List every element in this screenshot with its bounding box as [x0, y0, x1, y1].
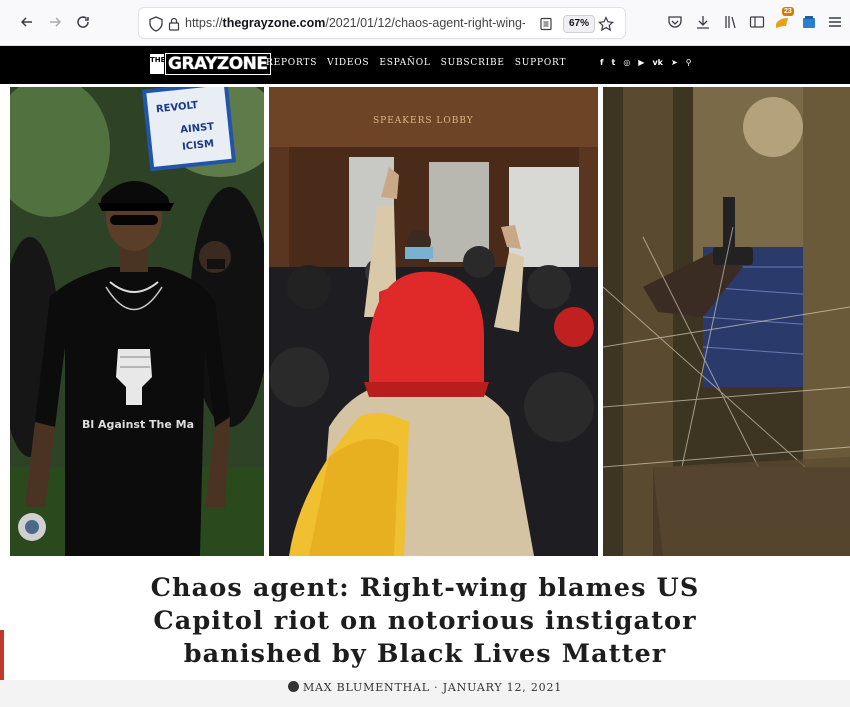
site-header: THE GRAYZONE REPORTS VIDEOS ESPAÑOL SUBS… [0, 46, 850, 84]
address-bar[interactable]: https://thegrayzone.com/2021/01/12/chaos… [138, 7, 626, 39]
sidebar-icon[interactable] [746, 11, 768, 33]
site-logo[interactable]: THE GRAYZONE [150, 52, 271, 76]
social-links: f t ◎ ▶ vk ➤ ⚲ [600, 58, 692, 67]
notification-count-badge: 23 [782, 7, 794, 16]
lock-icon[interactable] [163, 13, 185, 35]
bookmark-star-icon[interactable] [595, 13, 617, 35]
url-domain: thegrayzone.com [222, 16, 326, 30]
url-text[interactable]: https://thegrayzone.com/2021/01/12/chaos… [185, 16, 525, 32]
menu-icon[interactable] [824, 11, 846, 33]
pocket-icon[interactable] [664, 11, 686, 33]
url-path: /2021/01/12/chaos-agent-right-wing-us-ca… [325, 16, 525, 30]
youtube-icon[interactable]: ▶ [638, 58, 644, 67]
extension-icon[interactable]: 23 [772, 7, 794, 33]
page-edge-accent [0, 630, 4, 680]
title-line-3: banished by Black Lives Matter [183, 639, 667, 669]
author-name[interactable]: MAX BLUMENTHAL [303, 681, 430, 694]
nav-reports[interactable]: REPORTS [266, 58, 317, 68]
main-nav: REPORTS VIDEOS ESPAÑOL SUBSCRIBE SUPPORT [266, 58, 566, 68]
facebook-icon[interactable]: f [600, 58, 603, 67]
protester-illustration: REVOLT AINST ICISM Bl Against The Ma [10, 87, 264, 556]
instagram-icon[interactable]: ◎ [623, 58, 630, 67]
back-icon[interactable] [16, 11, 38, 33]
search-icon[interactable]: ⚲ [686, 58, 692, 67]
hero-panel-crowd: SPEAKERS LOBBY [269, 87, 598, 556]
url-prefix: https:// [185, 16, 223, 30]
hallway-illustration [603, 87, 850, 556]
telegram-icon[interactable]: ➤ [671, 58, 678, 67]
title-line-2: Capitol riot on notorious instigator [153, 606, 697, 636]
reader-view-icon[interactable] [535, 13, 557, 35]
browser-toolbar: https://thegrayzone.com/2021/01/12/chaos… [0, 0, 850, 46]
container-extension-icon[interactable] [798, 11, 820, 33]
title-line-1: Chaos agent: Right-wing blames US [150, 573, 700, 603]
article-title: Chaos agent: Right-wing blames US Capito… [60, 572, 790, 671]
hero-panel-protester: REVOLT AINST ICISM Bl Against The Ma [10, 87, 264, 556]
nav-subscribe[interactable]: SUBSCRIBE [441, 58, 505, 68]
vk-icon[interactable]: vk [652, 58, 663, 67]
crowd-illustration: SPEAKERS LOBBY [269, 87, 598, 556]
featured-image: REVOLT AINST ICISM Bl Against The Ma SPE… [10, 87, 850, 556]
nav-support[interactable]: SUPPORT [515, 58, 566, 68]
reload-icon[interactable] [72, 11, 94, 33]
author-avatar [287, 681, 299, 692]
nav-espanol[interactable]: ESPAÑOL [379, 58, 430, 68]
logo-the: THE [150, 54, 165, 74]
zoom-level[interactable]: 67% [563, 15, 595, 33]
svg-text:Bl Against The Ma: Bl Against The Ma [82, 418, 194, 431]
byline-separator: · [434, 681, 439, 694]
logo-name: GRAYZONE [165, 53, 271, 75]
article-byline: MAX BLUMENTHAL · JANUARY 12, 2021 [0, 680, 850, 707]
forward-icon[interactable] [44, 11, 66, 33]
download-icon[interactable] [692, 11, 714, 33]
nav-videos[interactable]: VIDEOS [327, 58, 369, 68]
twitter-icon[interactable]: t [611, 58, 615, 67]
svg-text:SPEAKERS LOBBY: SPEAKERS LOBBY [373, 116, 474, 126]
hero-panel-hallway [603, 87, 850, 556]
publish-date: JANUARY 12, 2021 [442, 681, 563, 694]
library-icon[interactable] [720, 11, 742, 33]
